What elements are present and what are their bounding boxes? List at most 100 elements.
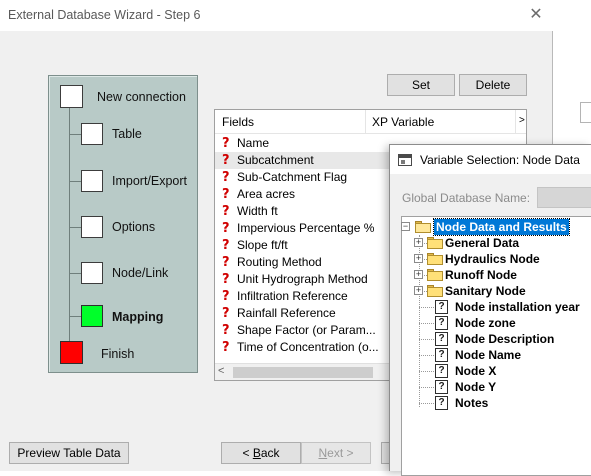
tree-folder-node[interactable]: + Hydraulics Node: [402, 251, 591, 267]
field-name: Width ft: [237, 204, 278, 218]
back-button[interactable]: < Back: [221, 442, 301, 464]
back-mnemonic: B: [252, 446, 261, 460]
step-label-table: Table: [112, 127, 142, 141]
close-icon[interactable]: ✕: [523, 3, 549, 27]
wizard-steps-panel: New connection Table Import/Export Optio…: [48, 75, 198, 373]
field-name: Area acres: [237, 187, 296, 201]
scroll-left-icon[interactable]: <: [218, 365, 224, 377]
back-prefix: <: [242, 446, 253, 460]
required-question-icon: ?: [222, 187, 230, 202]
tree-label-leaf[interactable]: Node Description: [455, 331, 554, 347]
step-box-table: [81, 123, 103, 145]
variable-dialog-title: Variable Selection: Node Data: [420, 153, 580, 167]
field-name: Slope ft/ft: [237, 238, 288, 252]
step-label-import-export: Import/Export: [112, 174, 188, 188]
variable-doc-icon: ?: [435, 332, 448, 346]
required-question-icon: ?: [222, 340, 230, 355]
tree-leaf-node[interactable]: ? Node installation year: [402, 299, 591, 315]
background-window-input: [580, 102, 591, 123]
tree-label-leaf[interactable]: Node Name: [455, 347, 521, 363]
global-database-name-label: Global Database Name:: [402, 191, 531, 205]
collapse-icon[interactable]: −: [401, 222, 410, 231]
step-label-node-link: Node/Link: [112, 266, 169, 280]
expand-icon[interactable]: +: [414, 286, 423, 295]
tree-leaf-node[interactable]: ? Node Name: [402, 347, 591, 363]
column-header-fields[interactable]: Fields: [222, 115, 254, 129]
tree-folder-node[interactable]: + Sanitary Node: [402, 283, 591, 299]
preview-table-data-button[interactable]: Preview Table Data: [9, 442, 129, 464]
tree-folder-node[interactable]: + General Data: [402, 235, 591, 251]
back-rest: ack: [260, 446, 280, 460]
expand-icon[interactable]: +: [414, 238, 423, 247]
required-question-icon: ?: [222, 238, 230, 253]
tree-label-folder[interactable]: Runoff Node: [445, 267, 517, 283]
field-name: Shape Factor (or Param...: [237, 323, 376, 337]
step-label-mapping: Mapping: [112, 310, 164, 324]
required-question-icon: ?: [222, 153, 230, 168]
required-question-icon: ?: [222, 221, 230, 236]
tree-label-folder[interactable]: Sanitary Node: [445, 283, 526, 299]
tree-label-leaf[interactable]: Node installation year: [455, 299, 580, 315]
required-question-icon: ?: [222, 136, 230, 151]
header-overflow-icon: >: [519, 115, 525, 126]
variable-doc-icon: ?: [435, 348, 448, 362]
tree-label-leaf[interactable]: Node X: [455, 363, 496, 379]
tree-label-root[interactable]: Node Data and Results: [433, 218, 570, 236]
required-question-icon: ?: [222, 170, 230, 185]
folder-icon: [427, 253, 443, 265]
variable-selection-dialog: Variable Selection: Node Data Global Dat…: [389, 144, 591, 476]
tree-leaf-node[interactable]: ? Node Description: [402, 331, 591, 347]
field-name: Infiltration Reference: [237, 289, 348, 303]
tree-leaf-node[interactable]: ? Node zone: [402, 315, 591, 331]
tree-leaf-node[interactable]: ? Node Y: [402, 379, 591, 395]
wizard-title: External Database Wizard - Step 6: [8, 8, 201, 22]
column-header-xp-variable[interactable]: XP Variable: [372, 115, 434, 129]
variable-doc-icon: ?: [435, 316, 448, 330]
step-box-node-link: [81, 262, 103, 284]
field-name: Name: [237, 136, 270, 150]
step-box-mapping-current: [81, 305, 103, 327]
field-name: Sub-Catchment Flag: [237, 170, 348, 184]
variable-doc-icon: ?: [435, 380, 448, 394]
tree-leaf-node[interactable]: ? Notes: [402, 395, 591, 411]
required-question-icon: ?: [222, 306, 230, 321]
variable-doc-icon: ?: [435, 300, 448, 314]
folder-icon: [427, 269, 443, 281]
tree-label-folder[interactable]: Hydraulics Node: [445, 251, 540, 267]
required-question-icon: ?: [222, 289, 230, 304]
window-app-icon: [398, 154, 412, 166]
set-button[interactable]: Set: [387, 74, 455, 96]
expand-icon[interactable]: +: [414, 270, 423, 279]
required-question-icon: ?: [222, 204, 230, 219]
required-question-icon: ?: [222, 255, 230, 270]
tree-label-folder[interactable]: General Data: [445, 235, 519, 251]
field-name: Subcatchment: [237, 153, 314, 167]
variable-doc-icon: ?: [435, 396, 448, 410]
tree-root-node[interactable]: − Node Data and Results: [401, 218, 591, 236]
wizard-titlebar: External Database Wizard - Step 6 ✕: [0, 0, 553, 31]
scrollbar-thumb[interactable]: [233, 367, 373, 378]
variable-tree[interactable]: − Node Data and Results + General Data +…: [401, 216, 591, 476]
next-mnemonic: N: [318, 446, 328, 460]
field-name: Unit Hydrograph Method: [237, 272, 368, 286]
next-rest: ext >: [327, 446, 354, 460]
variable-dialog-titlebar: Variable Selection: Node Data: [390, 145, 591, 174]
required-question-icon: ?: [222, 323, 230, 338]
expand-icon[interactable]: +: [414, 254, 423, 263]
tree-leaf-node[interactable]: ? Node X: [402, 363, 591, 379]
next-button[interactable]: Next >: [301, 442, 371, 464]
tree-label-leaf[interactable]: Node zone: [455, 315, 516, 331]
delete-button[interactable]: Delete: [459, 74, 527, 96]
step-label-options: Options: [112, 220, 156, 234]
field-name: Routing Method: [237, 255, 322, 269]
tree-label-leaf[interactable]: Node Y: [455, 379, 496, 395]
step-box-import-export: [81, 170, 103, 192]
field-name: Impervious Percentage %: [237, 221, 375, 235]
tree-label-leaf[interactable]: Notes: [455, 395, 488, 411]
folder-icon: [427, 237, 443, 249]
step-label-new-connection: New connection: [97, 90, 186, 104]
step-box-options: [81, 216, 103, 238]
field-name: Rainfall Reference: [237, 306, 336, 320]
required-question-icon: ?: [222, 272, 230, 287]
tree-folder-node[interactable]: + Runoff Node: [402, 267, 591, 283]
